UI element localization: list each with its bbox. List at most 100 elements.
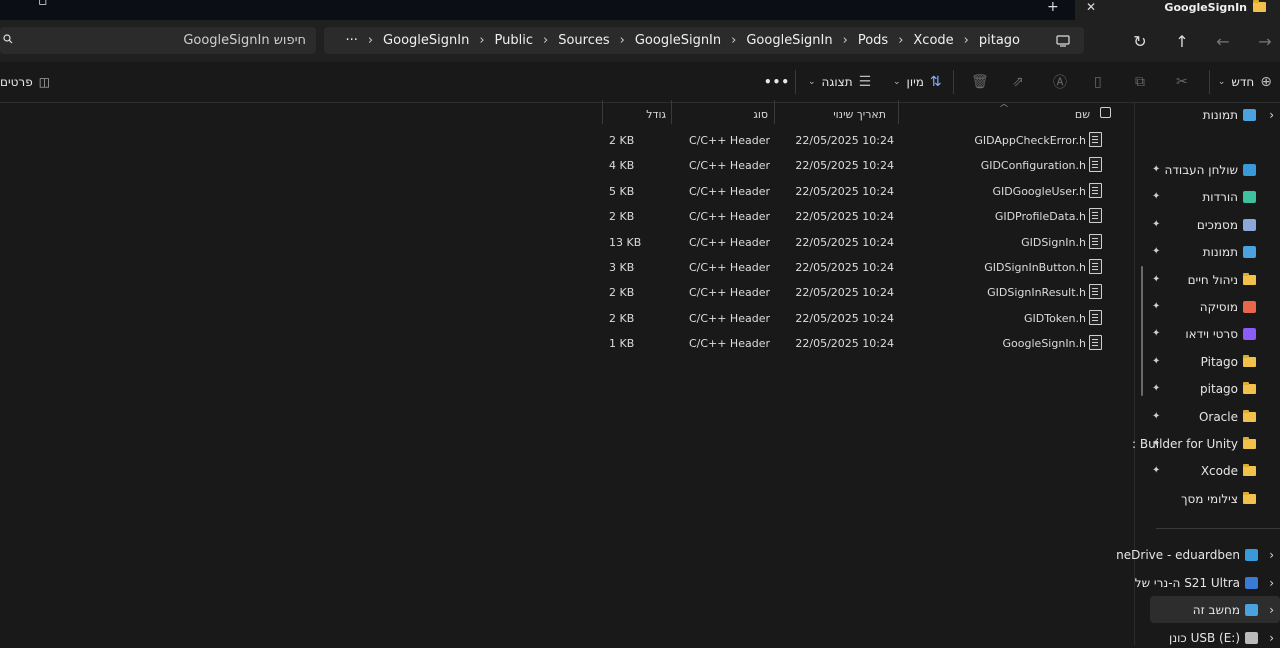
- file-size: 13 KB: [609, 235, 642, 249]
- rename-button[interactable]: Ⓐ: [1053, 72, 1067, 92]
- search-input[interactable]: חיפוש GoogleSignIn: [0, 27, 316, 54]
- sidebar-item[interactable]: Xcode: [1201, 461, 1256, 481]
- chevron-separator-icon[interactable]: ‹: [841, 33, 850, 48]
- chevron-separator-icon[interactable]: ‹: [618, 33, 627, 48]
- sidebar-item[interactable]: מסמכים: [1197, 215, 1256, 235]
- file-row[interactable]: GIDSignIn.h 22/05/2025 10:24 C/C++ Header 1…: [600, 230, 1110, 255]
- file-row[interactable]: GIDGoogleUser.h 22/05/2025 10:24 C/C++ Hea…: [600, 179, 1110, 204]
- column-header-date[interactable]: תאריך שינוי: [833, 104, 886, 124]
- column-divider[interactable]: [898, 100, 899, 124]
- pin-icon[interactable]: ✦: [1152, 438, 1160, 449]
- chevron-right-icon[interactable]: ›: [1269, 548, 1274, 562]
- chevron-right-icon[interactable]: ›: [1269, 108, 1274, 122]
- file-row[interactable]: GoogleSignIn.h 22/05/2025 10:24 C/C++ Head…: [600, 331, 1110, 356]
- file-row[interactable]: GIDProfileData.h 22/05/2025 10:24 C/C++ He…: [600, 204, 1110, 229]
- back-arrow-icon[interactable]: →: [1251, 27, 1279, 55]
- pin-icon[interactable]: ✦: [1152, 164, 1160, 175]
- more-options-button[interactable]: •••: [764, 72, 790, 92]
- file-row[interactable]: GIDToken.h 22/05/2025 10:24 C/C++ Header 2 …: [600, 306, 1110, 331]
- breadcrumb-overflow[interactable]: ···: [337, 33, 365, 48]
- select-all-checkbox[interactable]: [1100, 107, 1111, 118]
- new-label: חדש: [1231, 75, 1255, 89]
- file-row[interactable]: GIDSignInButton.h 22/05/2025 10:24 C/C++ H…: [600, 255, 1110, 280]
- column-header-type[interactable]: סוג: [753, 104, 768, 124]
- chevron-right-icon[interactable]: ›: [1269, 603, 1274, 617]
- paste-button[interactable]: ▯: [1094, 72, 1102, 92]
- search-placeholder: חיפוש GoogleSignIn: [183, 33, 306, 48]
- sidebar-item[interactable]: צילומי מסך: [1181, 489, 1256, 509]
- column-divider[interactable]: [774, 100, 775, 124]
- up-arrow-icon[interactable]: ↑: [1168, 27, 1196, 55]
- view-button[interactable]: ☰ תצוגה ⌄: [808, 72, 871, 92]
- chevron-separator-icon[interactable]: ‹: [541, 33, 550, 48]
- sidebar-location[interactable]: מחשב זה: [1193, 600, 1258, 620]
- chevron-right-icon[interactable]: ›: [1269, 576, 1274, 590]
- sidebar-item-pictures-top[interactable]: תמונות: [1203, 105, 1256, 125]
- column-divider[interactable]: [671, 100, 672, 124]
- sidebar-item[interactable]: pitago: [1200, 379, 1256, 399]
- new-tab-button[interactable]: +: [1047, 0, 1059, 14]
- pin-icon[interactable]: ✦: [1152, 301, 1160, 312]
- pin-icon[interactable]: ✦: [1152, 191, 1160, 202]
- pin-icon[interactable]: ✦: [1152, 411, 1160, 422]
- sidebar-item[interactable]: תמונות: [1203, 242, 1256, 262]
- pin-icon[interactable]: ✦: [1152, 383, 1160, 394]
- pin-icon[interactable]: ✦: [1152, 274, 1160, 285]
- scrollbar[interactable]: [1141, 266, 1143, 396]
- chevron-separator-icon[interactable]: ‹: [366, 33, 375, 48]
- cut-button[interactable]: ✂: [1176, 72, 1188, 92]
- sidebar-location[interactable]: S21 Ultra ה-נרי של: [1135, 573, 1258, 593]
- column-divider[interactable]: [602, 100, 603, 124]
- refresh-icon[interactable]: ↻: [1126, 27, 1154, 55]
- breadcrumb-item[interactable]: Xcode: [905, 33, 961, 48]
- sidebar-item[interactable]: Pitago: [1201, 352, 1256, 372]
- pin-icon[interactable]: ✦: [1152, 219, 1160, 230]
- column-header-size[interactable]: גודל: [646, 104, 666, 124]
- file-row[interactable]: GIDSignInResult.h 22/05/2025 10:24 C/C++ H…: [600, 280, 1110, 305]
- sidebar-item[interactable]: מוסיקה: [1200, 297, 1256, 317]
- address-bar[interactable]: pitago ‹ Xcode ‹ Pods ‹ GoogleSignIn ‹ GoogleSig…: [324, 27, 1084, 54]
- chevron-separator-icon[interactable]: ‹: [729, 33, 738, 48]
- sidebar-item[interactable]: Oracle: [1199, 407, 1256, 427]
- pin-icon[interactable]: ✦: [1152, 465, 1160, 476]
- delete-button[interactable]: 🗑: [971, 72, 989, 92]
- breadcrumb-item[interactable]: Sources: [550, 33, 617, 48]
- sort-button[interactable]: ⇅ מיון ⌄: [893, 72, 942, 92]
- active-tab[interactable]: GoogleSignIn: [1164, 0, 1266, 14]
- column-header-name[interactable]: שם: [1075, 104, 1090, 124]
- monitor-icon[interactable]: [1043, 27, 1083, 54]
- sidebar-item[interactable]: הורדות: [1202, 187, 1256, 207]
- chevron-separator-icon[interactable]: ‹: [896, 33, 905, 48]
- sidebar-item[interactable]: סרטי וידאו: [1185, 324, 1256, 344]
- paste-icon: ▯: [1094, 74, 1102, 90]
- forward-arrow-icon[interactable]: ←: [1209, 27, 1237, 55]
- copy-button[interactable]: ⧉: [1135, 72, 1145, 92]
- breadcrumb-item[interactable]: pitago: [971, 33, 1028, 48]
- details-pane-button[interactable]: ◫ פרטים: [0, 72, 50, 92]
- chevron-right-icon[interactable]: ›: [1269, 631, 1274, 645]
- breadcrumb-item[interactable]: GoogleSignIn: [738, 33, 840, 48]
- breadcrumb-item[interactable]: Pods: [850, 33, 896, 48]
- pin-icon[interactable]: ✦: [1152, 356, 1160, 367]
- file-row[interactable]: GIDAppCheckError.h 22/05/2025 10:24 C/C++ …: [600, 128, 1110, 153]
- file-row[interactable]: GIDConfiguration.h 22/05/2025 10:24 C/C++ …: [600, 153, 1110, 178]
- sidebar-location[interactable]: neDrive - eduardben: [1116, 545, 1258, 565]
- pin-icon[interactable]: ✦: [1152, 328, 1160, 339]
- sidebar-item[interactable]: שולחן העבודה: [1165, 160, 1256, 180]
- chevron-separator-icon[interactable]: ‹: [477, 33, 486, 48]
- header-file-icon: [1089, 259, 1102, 274]
- share-button[interactable]: ⇗: [1012, 72, 1024, 92]
- breadcrumb-item[interactable]: GoogleSignIn: [375, 33, 477, 48]
- desktop-icon: [1243, 164, 1256, 176]
- breadcrumb-item[interactable]: GoogleSignIn: [627, 33, 729, 48]
- chevron-separator-icon[interactable]: ‹: [962, 33, 971, 48]
- close-tab-button[interactable]: ✕: [1086, 0, 1096, 14]
- sidebar-item[interactable]: Builder for Unity :: [1132, 434, 1256, 454]
- restore-icon[interactable]: ▫: [38, 0, 48, 8]
- file-size: 5 KB: [609, 184, 635, 198]
- breadcrumb-item[interactable]: Public: [487, 33, 541, 48]
- new-button[interactable]: ⊕ חדש ⌄: [1218, 72, 1272, 92]
- sidebar-item[interactable]: ניהול חיים: [1188, 270, 1256, 290]
- pin-icon[interactable]: ✦: [1152, 246, 1160, 257]
- file-name: GoogleSignIn.h: [1002, 337, 1086, 351]
